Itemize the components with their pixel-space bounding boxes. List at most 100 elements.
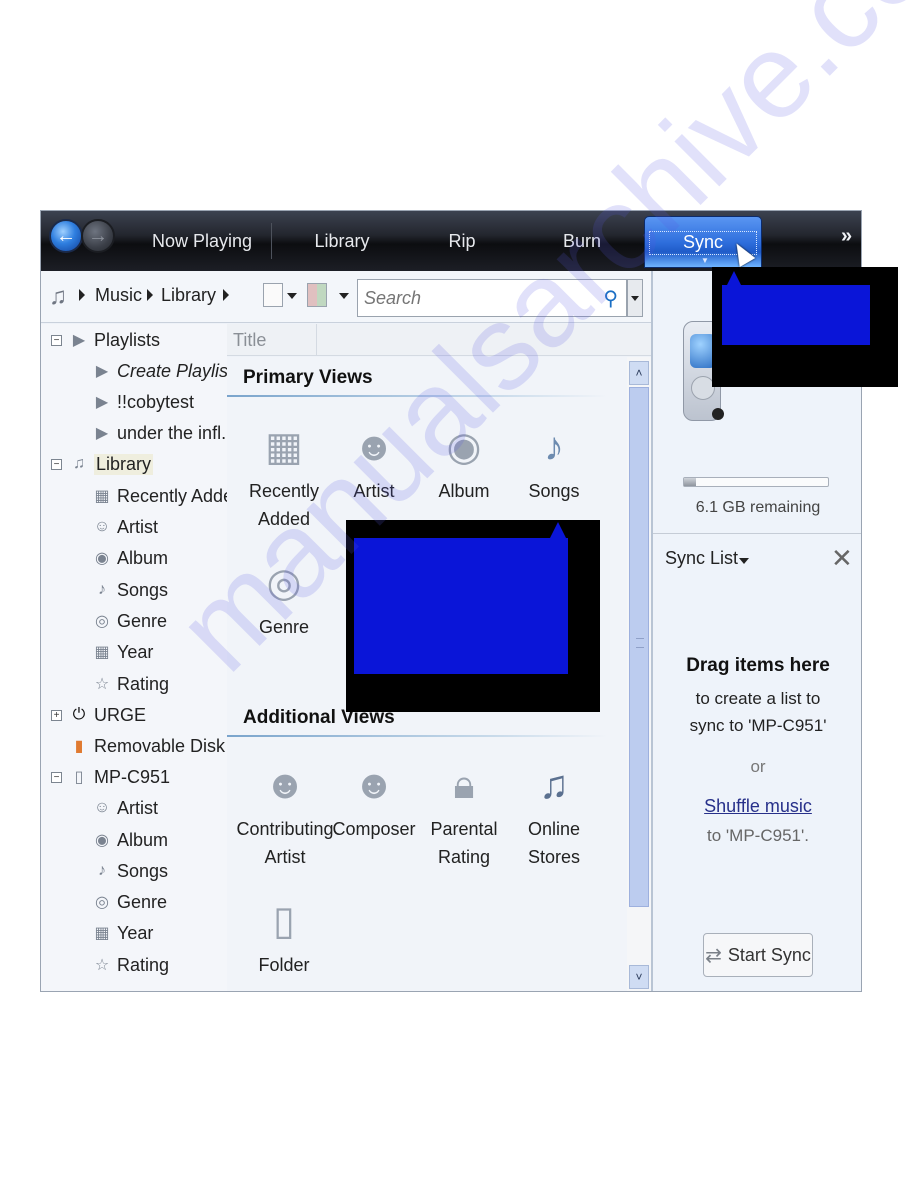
tree-item-playlist[interactable]: ▶ under the infl... (93, 419, 236, 447)
vertical-scrollbar[interactable]: ˄ ˅ (627, 357, 651, 991)
contributing-artist-icon: ☻ (263, 763, 307, 807)
tab-burn[interactable]: Burn (521, 211, 643, 271)
tree-item-playlist[interactable]: ▶ !!cobytest (93, 388, 194, 416)
column-header-title[interactable]: Title (227, 324, 317, 356)
playlist-icon: ▶ (72, 332, 86, 349)
view-tile-genre[interactable]: ◎ Genre (239, 553, 329, 641)
start-sync-button[interactable]: ⇄ Start Sync (703, 933, 813, 977)
tree-item-genre[interactable]: ◎ Genre (93, 607, 167, 635)
removable-disk-icon: ▮ (74, 738, 84, 755)
view-tile-label: Parental Rating (430, 819, 498, 867)
search-box: ⚲ (357, 279, 627, 317)
tree-item-label: Year (117, 922, 154, 943)
more-tabs-icon[interactable]: » (841, 225, 852, 248)
chevron-down-icon[interactable] (339, 293, 349, 299)
tree-item-device-album[interactable]: ◉ Album (93, 826, 168, 854)
callout-box-songs (346, 520, 600, 712)
tree-item-library[interactable]: − ♫ Library (51, 450, 154, 478)
tree-item-device-genre[interactable]: ◎ Genre (93, 888, 167, 916)
view-tile-folder[interactable]: ▯ Folder (239, 891, 329, 979)
view-options-icon[interactable] (307, 283, 327, 307)
tree-item-removable-disk[interactable]: ▮ Removable Disk ... (70, 732, 245, 760)
drag-hint-line: sync to 'MP-C951' (689, 716, 827, 735)
tree-item-device[interactable]: − ▯ MP-C951 (51, 763, 170, 791)
tree-item-label: Removable Disk ... (94, 735, 246, 756)
view-tile-contributing-artist[interactable]: ☻ Contributing Artist (235, 755, 335, 871)
view-tile-composer[interactable]: ☻ Composer (329, 755, 419, 843)
calendar-icon: ▦ (265, 425, 303, 469)
layout-options-icon[interactable] (263, 283, 283, 307)
breadcrumb-arrow-icon[interactable] (79, 289, 85, 301)
section-divider (227, 735, 607, 737)
tree-item-album[interactable]: ◉ Album (93, 544, 168, 572)
scrollbar-thumb[interactable] (629, 387, 649, 907)
view-tile-artist[interactable]: ☻ Artist (329, 417, 419, 505)
callout-pointer (726, 271, 742, 287)
music-note-icon: ♫ (73, 455, 85, 472)
tab-library[interactable]: Library (281, 211, 403, 271)
scroll-up-icon[interactable]: ˄ (629, 361, 649, 385)
view-tile-label: Artist (353, 481, 395, 501)
tree-item-rating[interactable]: ☆ Rating (93, 670, 169, 698)
tree-item-recently-added[interactable]: ▦ Recently Added (93, 482, 243, 510)
tree-item-year[interactable]: ▦ Year (93, 638, 153, 666)
tab-rip[interactable]: Rip (401, 211, 523, 271)
tree-item-device-songs[interactable]: ♪ Songs (93, 857, 168, 885)
album-disc-icon: ◉ (446, 425, 482, 469)
tree-item-label: Album (117, 829, 169, 850)
breadcrumb-library[interactable]: Library (161, 285, 216, 306)
tree-item-label: Genre (117, 891, 168, 912)
shuffle-music-link[interactable]: Shuffle music (653, 796, 861, 817)
tree-item-artist[interactable]: ☺ Artist (93, 513, 158, 541)
tree-item-create-playlist[interactable]: ▶ Create Playlist (93, 357, 233, 385)
album-disc-icon: ◉ (95, 550, 109, 567)
tree-item-urge[interactable]: + ⏻ URGE (51, 701, 146, 729)
section-title-primary-views: Primary Views (243, 367, 373, 388)
view-tile-online-stores[interactable]: ♫ Online Stores (509, 755, 599, 871)
composer-icon: ☻ (352, 763, 396, 807)
tree-item-label: Recently Added (117, 485, 244, 506)
tree-item-label: Create Playlist (117, 360, 234, 381)
close-icon[interactable]: ✕ (831, 543, 853, 574)
song-note-icon: ♪ (98, 581, 106, 598)
breadcrumb-arrow-icon[interactable] (223, 289, 229, 301)
expand-icon[interactable]: + (51, 709, 62, 721)
artist-icon: ☺ (93, 518, 111, 535)
view-tile-parental-rating[interactable]: 🔒︎ Parental Rating (419, 755, 509, 871)
chevron-down-icon[interactable]: ▼ (701, 256, 709, 265)
collapse-icon[interactable]: − (51, 771, 62, 783)
search-dropdown-button[interactable] (627, 279, 643, 317)
device-capacity-fill (684, 478, 696, 486)
tree-item-songs[interactable]: ♪ Songs (93, 576, 168, 604)
view-tile-recently-added[interactable]: ▦ Recently Added (239, 417, 329, 533)
music-note-icon: ♫ (49, 283, 67, 310)
search-input[interactable] (358, 280, 588, 316)
view-tile-label: Recently Added (248, 481, 320, 529)
star-icon: ☆ (94, 676, 110, 693)
calendar-icon: ▦ (94, 644, 110, 661)
back-arrow-icon[interactable]: ← (49, 219, 83, 253)
chevron-down-icon[interactable] (739, 558, 749, 564)
tree-item-label: URGE (94, 704, 147, 725)
chevron-down-icon[interactable] (287, 293, 297, 299)
tree-item-device-artist[interactable]: ☺ Artist (93, 794, 158, 822)
scroll-down-icon[interactable]: ˅ (629, 965, 649, 989)
tree-item-device-year[interactable]: ▦ Year (93, 919, 153, 947)
sync-list-dropdown[interactable]: Sync List (665, 548, 738, 569)
breadcrumb-arrow-icon[interactable] (147, 289, 153, 301)
forward-arrow-icon[interactable]: → (81, 219, 115, 253)
collapse-icon[interactable]: − (51, 334, 62, 346)
tab-now-playing[interactable]: Now Playing (141, 211, 263, 271)
view-tile-label: Album (438, 481, 490, 501)
tree-item-label: Songs (117, 579, 169, 600)
breadcrumb-music[interactable]: Music (95, 285, 142, 306)
tree-item-playlists[interactable]: − ▶ Playlists (51, 326, 160, 354)
tree-item-label: under the infl... (117, 422, 237, 443)
view-tile-songs[interactable]: ♪ Songs (509, 417, 599, 505)
tree-item-device-rating[interactable]: ☆ Rating (93, 951, 169, 979)
collapse-icon[interactable]: − (51, 458, 62, 470)
view-tile-album[interactable]: ◉ Album (419, 417, 509, 505)
search-icon[interactable]: ⚲ (603, 286, 618, 311)
song-note-icon: ♪ (544, 425, 564, 469)
column-header-row: Title (227, 324, 651, 356)
